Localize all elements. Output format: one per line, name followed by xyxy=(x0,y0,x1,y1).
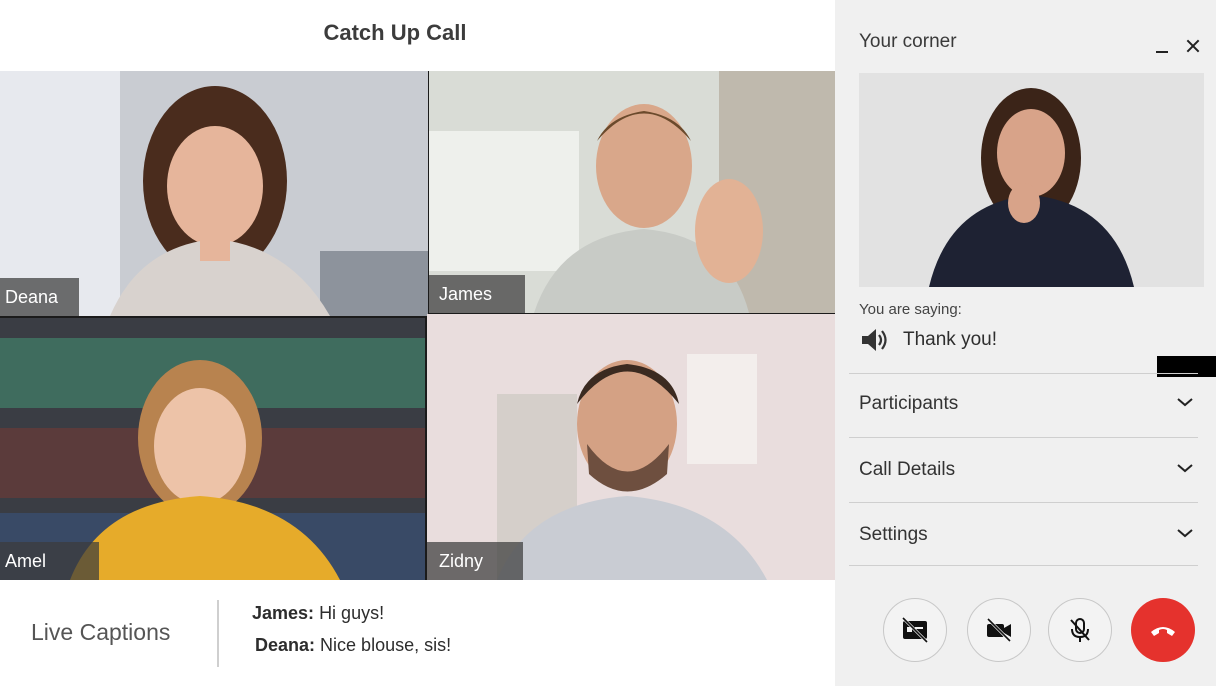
divider xyxy=(849,565,1198,566)
caption-line: Deana: Nice blouse, sis! xyxy=(255,635,451,656)
call-title: Catch Up Call xyxy=(323,20,467,45)
call-details-section[interactable]: Call Details xyxy=(859,450,1199,490)
panel-title: Your corner xyxy=(859,31,957,52)
caption-text: Hi guys! xyxy=(319,603,385,623)
divider xyxy=(849,502,1198,503)
saying-text: Thank you! xyxy=(903,329,997,350)
caption-line: James: Hi guys! xyxy=(252,603,384,624)
participant-video xyxy=(427,314,835,580)
caption-speaker: Deana: xyxy=(255,635,316,655)
section-label: Participants xyxy=(859,393,959,414)
video-tile-amel[interactable]: Amel xyxy=(0,318,425,580)
self-video xyxy=(859,73,1204,287)
captions-divider xyxy=(217,600,219,667)
settings-section[interactable]: Settings xyxy=(859,515,1199,555)
chevron-down-icon xyxy=(1177,398,1193,407)
speaker-volume-icon[interactable] xyxy=(859,326,891,354)
video-grid: Deana James Amel Zidny xyxy=(0,71,835,580)
captions-off-icon xyxy=(901,616,929,644)
caption-text: Nice blouse, sis! xyxy=(320,635,452,655)
video-off-button[interactable] xyxy=(967,598,1031,662)
video-tile-zidny[interactable]: Zidny xyxy=(427,314,835,580)
saying-row: Thank you! xyxy=(859,326,997,354)
chevron-down-icon xyxy=(1177,529,1193,538)
participants-section[interactable]: Participants xyxy=(859,384,1199,424)
close-icon[interactable] xyxy=(1183,36,1203,56)
live-captions-label: Live Captions xyxy=(31,619,171,645)
caption-speaker: James: xyxy=(252,603,315,623)
participant-video xyxy=(0,318,425,580)
saying-label: You are saying: xyxy=(859,301,962,318)
phone-hangup-icon xyxy=(1151,627,1175,636)
minimize-icon[interactable] xyxy=(1153,36,1173,56)
participant-name-tag: Zidny xyxy=(427,542,523,580)
section-label: Call Details xyxy=(859,459,956,480)
divider xyxy=(849,373,1198,374)
section-label: Settings xyxy=(859,524,928,545)
participant-name-tag: Deana xyxy=(0,278,79,316)
video-tile-deana[interactable]: Deana xyxy=(0,71,428,316)
mic-off-button[interactable] xyxy=(1048,598,1112,662)
your-corner-panel: Your corner You are saying: Thank you! P… xyxy=(835,0,1216,686)
end-call-button[interactable] xyxy=(1131,598,1195,662)
captions-off-button[interactable] xyxy=(883,598,947,662)
self-video-image xyxy=(859,73,1204,287)
participant-name-tag: James xyxy=(429,275,525,313)
video-off-icon xyxy=(986,617,1012,643)
mic-off-icon xyxy=(1070,618,1090,642)
participant-name-tag: Amel xyxy=(0,542,99,580)
chevron-down-icon xyxy=(1177,464,1193,473)
video-tile-james[interactable]: James xyxy=(429,71,835,313)
divider xyxy=(849,437,1198,438)
